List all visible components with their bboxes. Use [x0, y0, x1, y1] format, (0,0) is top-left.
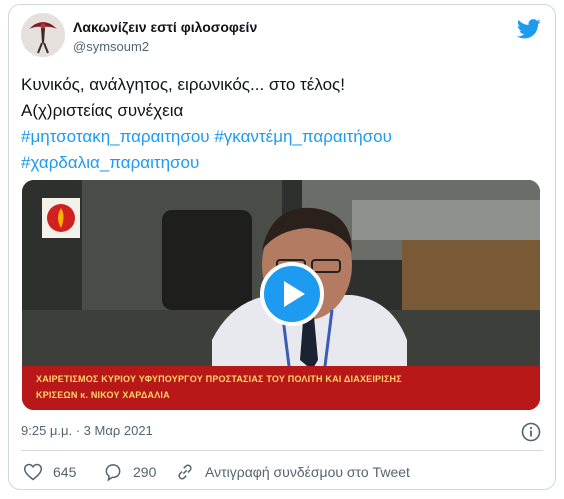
- link-icon: [178, 464, 192, 480]
- video-caption-line-2: ΚΡΙΣΕΩΝ κ. ΝΙΚΟΥ ΧΑΡΔΑΛΙΑ: [36, 390, 170, 400]
- twitter-bird-icon[interactable]: [516, 19, 541, 39]
- video-caption-line-1: ΧΑΙΡΕΤΙΣΜΟΣ ΚΥΡΙΟΥ ΥΦΥΠΟΥΡΓΟΥ ΠΡΟΣΤΑΣΙΑΣ…: [36, 374, 402, 384]
- play-icon: [284, 281, 305, 307]
- hashtags-line-1[interactable]: #μητσοτακη_παραιτησου #γκαντέμη_παραιτήσ…: [21, 127, 392, 147]
- video-caption-bar: ΧΑΙΡΕΤΙΣΜΟΣ ΚΥΡΙΟΥ ΥΦΥΠΟΥΡΓΟΥ ΠΡΟΣΤΑΣΙΑΣ…: [22, 366, 540, 410]
- tweet-card[interactable]: Λακωνίζειν εστί φιλοσοφείν @symsoum2 Κυν…: [8, 4, 556, 490]
- reply-count: 290: [133, 464, 157, 480]
- video-player[interactable]: ΧΑΙΡΕΤΙΣΜΟΣ ΚΥΡΙΟΥ ΥΦΥΠΟΥΡΓΟΥ ΠΡΟΣΤΑΣΙΑΣ…: [22, 180, 540, 410]
- reply-icon: [105, 464, 121, 482]
- like-count: 645: [53, 464, 77, 480]
- like-button[interactable]: 645: [23, 461, 76, 483]
- info-icon[interactable]: [521, 422, 541, 447]
- author-handle[interactable]: @symsoum2: [73, 39, 149, 54]
- copy-link-label: Αντιγραφή συνδέσμου στο Tweet: [205, 464, 410, 480]
- heart-icon: [23, 463, 43, 481]
- tweet-text-line-1: Κυνικός, ανάλγητος, ειρωνικός... στο τέλ…: [21, 75, 345, 94]
- copy-link-button[interactable]: Αντιγραφή συνδέσμου στο Tweet: [175, 461, 410, 483]
- reply-button[interactable]: 290: [103, 461, 156, 483]
- play-button[interactable]: [260, 262, 324, 326]
- tweet-text-line-2: Α(χ)ριστείας συνέχεια: [21, 101, 184, 120]
- hashtags-line-2[interactable]: #χαρδαλια_παραιτησου: [21, 153, 199, 173]
- tweet-timestamp[interactable]: 9:25 μ.μ. · 3 Μαρ 2021: [21, 423, 153, 438]
- divider: [21, 450, 543, 451]
- avatar[interactable]: [21, 13, 65, 57]
- author-name[interactable]: Λακωνίζειν εστί φιλοσοφείν: [73, 19, 257, 35]
